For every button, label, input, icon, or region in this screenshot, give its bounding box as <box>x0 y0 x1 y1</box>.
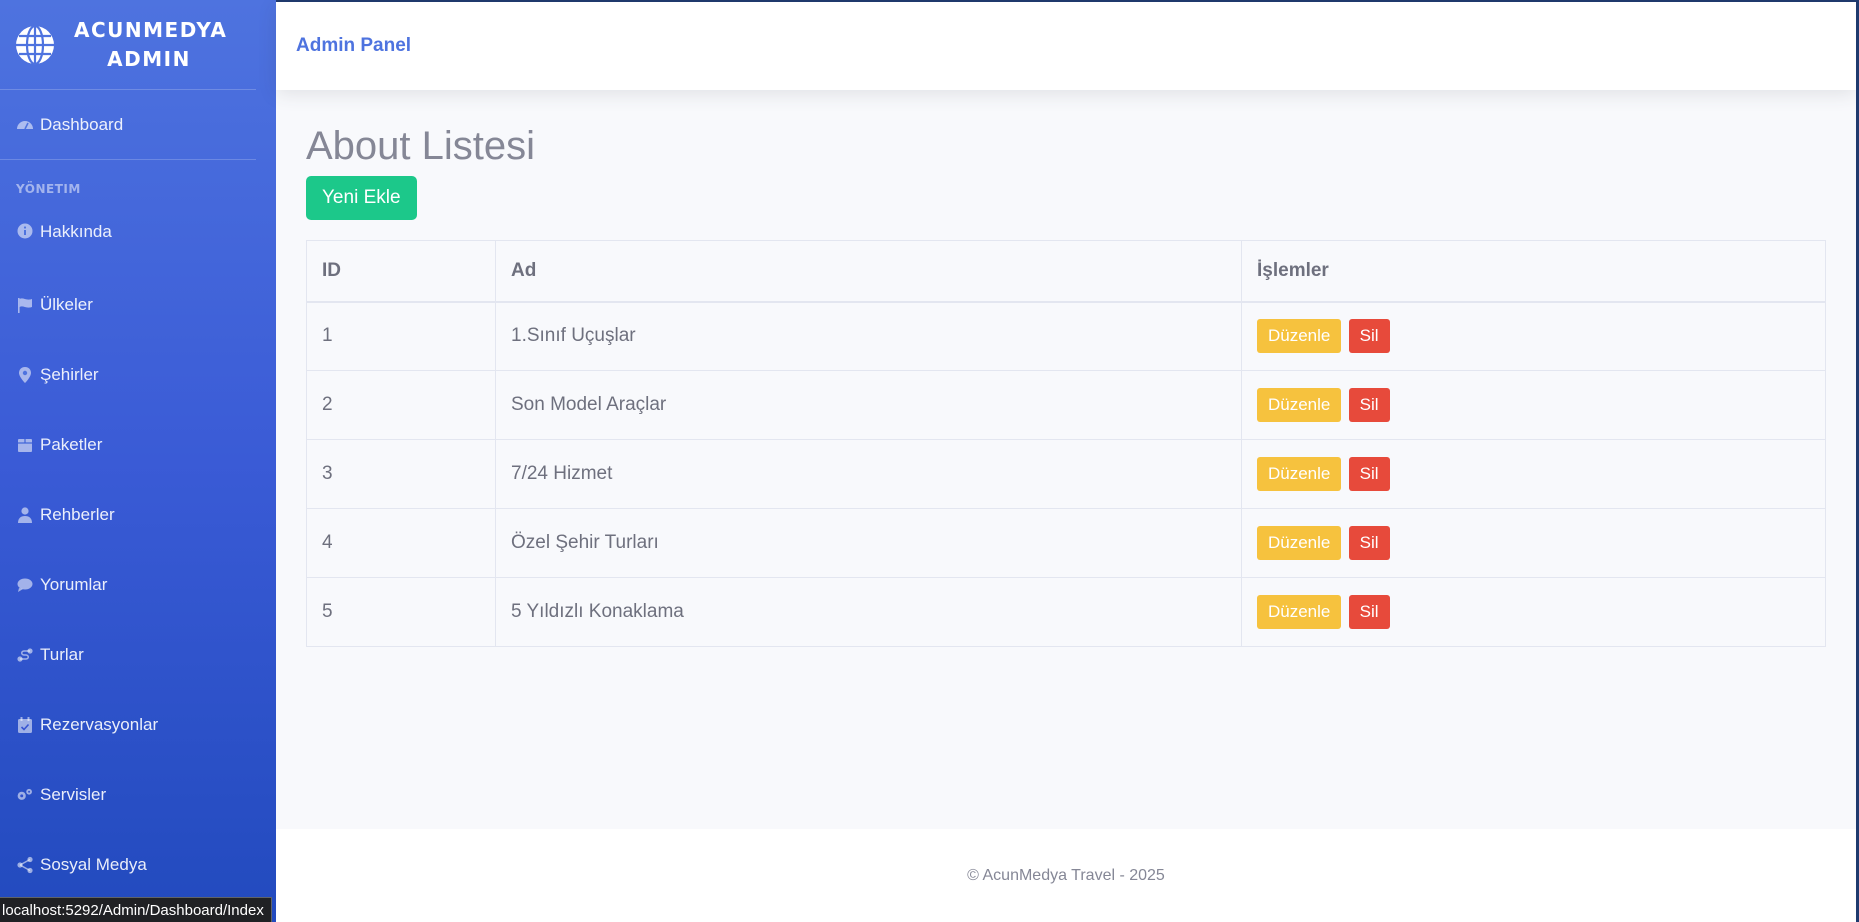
edit-button[interactable]: Düzenle <box>1257 457 1342 491</box>
sidebar-item-ulkeler[interactable]: Ülkeler <box>0 270 276 340</box>
sidebar-item-hakkinda[interactable]: Hakkında <box>0 210 276 270</box>
edit-button[interactable]: Düzenle <box>1257 319 1342 354</box>
cell-ad: 7/24 Hizmet <box>495 439 1242 509</box>
cell-actions: Düzenle Sil <box>1241 370 1826 440</box>
info-circle-icon <box>16 222 34 240</box>
delete-button[interactable]: Sil <box>1348 319 1390 354</box>
globe-icon <box>16 24 54 65</box>
sidebar-item-label: Turlar <box>40 645 84 664</box>
column-header-actions: İşlemler <box>1241 240 1826 303</box>
sidebar-item-rehberler[interactable]: Rehberler <box>0 480 276 550</box>
cell-ad: Özel Şehir Turları <box>495 508 1242 578</box>
table-row: 2 Son Model Araçlar Düzenle Sil <box>306 370 1826 440</box>
table-row: 3 7/24 Hizmet Düzenle Sil <box>306 439 1826 509</box>
sidebar-item-label: Rezervasyonlar <box>40 715 159 734</box>
sidebar-item-label: Yorumlar <box>40 575 108 594</box>
delete-button[interactable]: Sil <box>1348 595 1390 629</box>
delete-button[interactable]: Sil <box>1348 457 1390 491</box>
sidebar-item-label: Servisler <box>40 785 107 804</box>
table-row: 4 Özel Şehir Turları Düzenle Sil <box>306 508 1826 578</box>
edit-button[interactable]: Düzenle <box>1257 595 1342 629</box>
topbar-title-link[interactable]: Admin Panel <box>296 35 411 57</box>
edit-button[interactable]: Düzenle <box>1257 388 1342 422</box>
sidebar-menu: Hakkında Ülkeler Şehirler Paketler Rehbe… <box>0 210 276 900</box>
sidebar: ACUNMEDYA ADMIN Dashboard YÖNETIM Hakkın… <box>0 0 276 922</box>
table-row: 5 5 Yıldızlı Konaklama Düzenle Sil <box>306 577 1826 647</box>
topbar: Admin Panel <box>276 2 1856 90</box>
map-marker-icon <box>16 366 34 384</box>
cell-id: 3 <box>306 439 496 509</box>
sidebar-brand[interactable]: ACUNMEDYA ADMIN <box>0 0 256 90</box>
sidebar-item-label: Hakkında <box>40 222 112 241</box>
user-tie-icon <box>16 506 34 524</box>
brand-line-2: ADMIN <box>107 46 191 71</box>
brand-name: ACUNMEDYA ADMIN <box>74 16 228 74</box>
cell-id: 2 <box>306 370 496 440</box>
tachometer-icon <box>16 116 34 134</box>
sidebar-item-yorumlar[interactable]: Yorumlar <box>0 550 276 620</box>
sidebar-item-turlar[interactable]: Turlar <box>0 620 276 690</box>
comment-icon <box>16 576 34 594</box>
column-header-ad: Ad <box>495 240 1242 303</box>
edit-button[interactable]: Düzenle <box>1257 526 1342 560</box>
sidebar-item-label: Rehberler <box>40 505 115 524</box>
cell-actions: Düzenle Sil <box>1241 508 1826 578</box>
browser-status-url: localhost:5292/Admin/Dashboard/Index <box>0 897 272 922</box>
cell-ad: 5 Yıldızlı Konaklama <box>495 577 1242 647</box>
delete-button[interactable]: Sil <box>1348 526 1390 560</box>
sidebar-item-label: Ülkeler <box>40 295 93 314</box>
sidebar-item-sosyal-medya[interactable]: Sosyal Medya <box>0 830 276 900</box>
delete-button[interactable]: Sil <box>1348 388 1390 422</box>
about-table: ID Ad İşlemler 1 1.Sınıf Uçuşlar Düzenle… <box>306 240 1826 647</box>
add-new-button[interactable]: Yeni Ekle <box>306 176 417 220</box>
footer-copyright: © AcunMedya Travel - 2025 <box>967 866 1165 884</box>
sidebar-item-servisler[interactable]: Servisler <box>0 760 276 830</box>
cogs-icon <box>16 786 34 804</box>
box-icon <box>16 436 34 454</box>
cell-actions: Düzenle Sil <box>1241 439 1826 509</box>
table-header-row: ID Ad İşlemler <box>306 240 1826 303</box>
sidebar-item-sehirler[interactable]: Şehirler <box>0 340 276 410</box>
column-header-id: ID <box>306 240 496 303</box>
cell-id: 5 <box>306 577 496 647</box>
sidebar-item-paketler[interactable]: Paketler <box>0 410 276 480</box>
cell-id: 1 <box>306 301 496 371</box>
cell-id: 4 <box>306 508 496 578</box>
flag-icon <box>16 296 34 314</box>
sidebar-item-label: Dashboard <box>40 114 124 134</box>
table-row: 1 1.Sınıf Uçuşlar Düzenle Sil <box>306 301 1826 371</box>
sidebar-item-rezervasyonlar[interactable]: Rezervasyonlar <box>0 690 276 760</box>
sidebar-section-heading: YÖNETIM <box>16 182 81 196</box>
cell-actions: Düzenle Sil <box>1241 577 1826 647</box>
brand-line-1: ACUNMEDYA <box>74 17 228 42</box>
sidebar-item-label: Sosyal Medya <box>40 855 147 874</box>
footer: © AcunMedya Travel - 2025 <box>276 829 1856 922</box>
page-title: About Listesi <box>306 124 536 168</box>
cell-ad: Son Model Araçlar <box>495 370 1242 440</box>
sidebar-item-dashboard[interactable]: Dashboard <box>0 90 256 160</box>
sidebar-item-label: Paketler <box>40 435 103 454</box>
calendar-check-icon <box>16 716 34 734</box>
main-content: About Listesi Yeni Ekle ID Ad İşlemler 1… <box>306 90 1826 647</box>
share-icon <box>16 856 34 874</box>
cell-ad: 1.Sınıf Uçuşlar <box>495 301 1242 371</box>
sidebar-item-label: Şehirler <box>40 365 99 384</box>
cell-actions: Düzenle Sil <box>1241 301 1826 371</box>
route-icon <box>16 646 34 664</box>
